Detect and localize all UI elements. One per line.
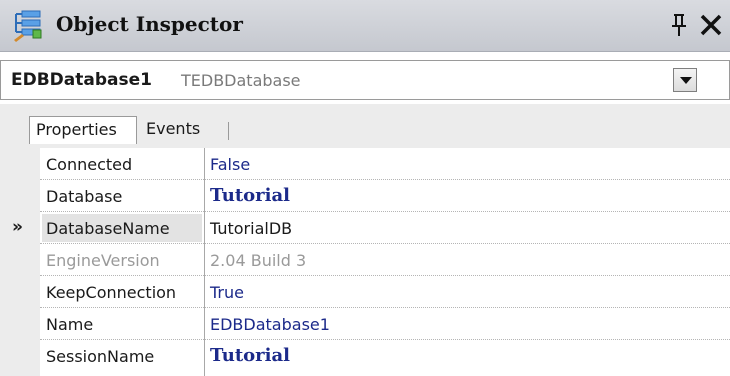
- property-name: KeepConnection: [46, 283, 177, 302]
- property-row[interactable]: Name EDBDatabase1: [0, 308, 730, 340]
- property-name: DatabaseName: [46, 219, 170, 238]
- property-row[interactable]: KeepConnection True: [0, 276, 730, 308]
- property-name: EngineVersion: [46, 251, 160, 270]
- dropdown-arrow-icon: [680, 77, 692, 84]
- selected-object-type: TEDBDatabase: [181, 71, 301, 90]
- property-value-editor[interactable]: TutorialDB: [210, 219, 292, 238]
- property-row-selected[interactable]: » DatabaseName TutorialDB: [0, 212, 730, 244]
- property-value[interactable]: Tutorial: [210, 345, 290, 366]
- property-name: Connected: [46, 155, 133, 174]
- property-name: Database: [46, 187, 123, 206]
- property-value[interactable]: True: [210, 283, 244, 302]
- tab-divider: [228, 122, 229, 140]
- window-title: Object Inspector: [56, 12, 243, 36]
- dropdown-button[interactable]: [673, 68, 697, 92]
- property-value[interactable]: EDBDatabase1: [210, 315, 330, 334]
- title-bar: Object Inspector: [0, 0, 730, 52]
- tab-properties[interactable]: Properties: [29, 116, 137, 144]
- property-row[interactable]: SessionName Tutorial: [0, 340, 730, 372]
- object-selector[interactable]: EDBDatabase1 TEDBDatabase: [0, 60, 730, 100]
- property-value[interactable]: Tutorial: [210, 185, 290, 206]
- close-icon[interactable]: [698, 12, 724, 38]
- object-inspector-icon: [12, 8, 46, 42]
- pin-icon[interactable]: [670, 12, 688, 38]
- property-value[interactable]: False: [210, 155, 250, 174]
- property-row[interactable]: EngineVersion 2.04 Build 3: [0, 244, 730, 276]
- property-name: Name: [46, 315, 94, 334]
- property-row[interactable]: Connected False: [0, 148, 730, 180]
- selected-row-marker-icon: »: [12, 217, 23, 237]
- property-row[interactable]: Database Tutorial: [0, 180, 730, 212]
- property-grid: Connected False Database Tutorial » Data…: [0, 148, 730, 376]
- property-value: 2.04 Build 3: [210, 251, 307, 270]
- tab-events[interactable]: Events: [140, 116, 232, 144]
- selected-object-name: EDBDatabase1: [11, 70, 152, 90]
- property-name: SessionName: [46, 347, 155, 366]
- tab-strip: Properties Events: [0, 104, 730, 148]
